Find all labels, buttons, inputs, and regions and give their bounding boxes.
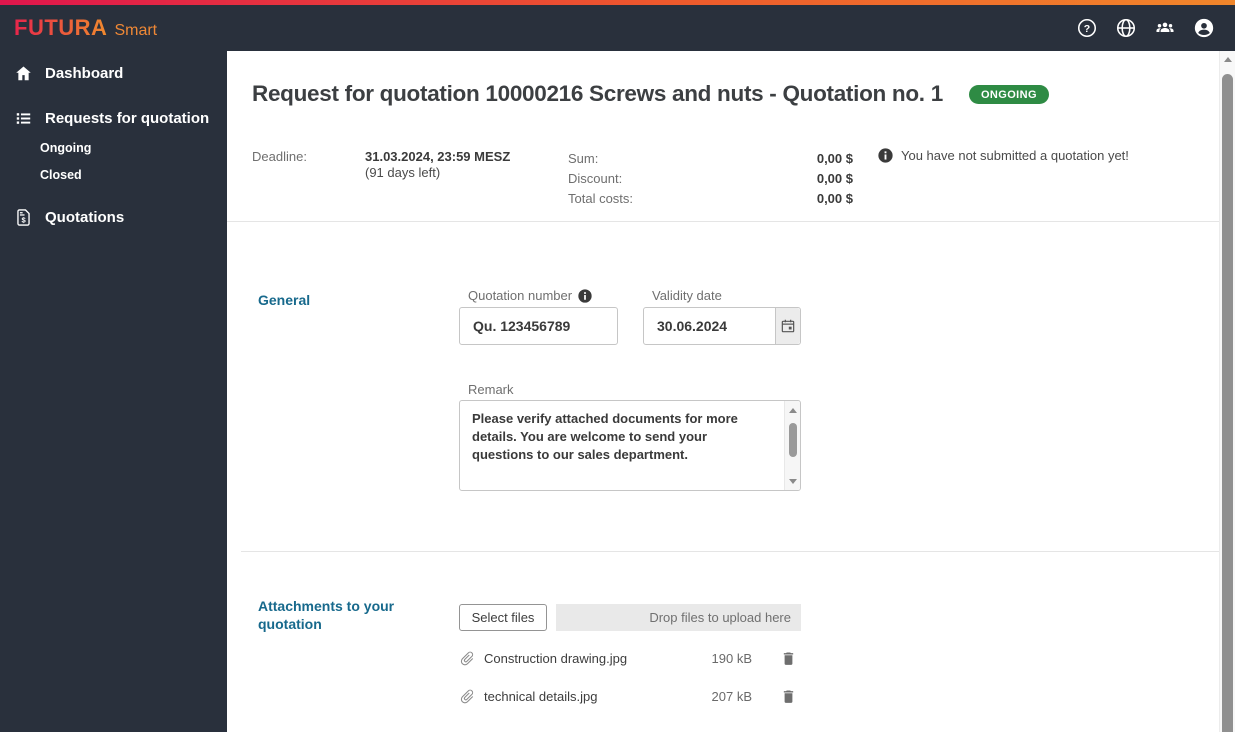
deadline-block: Deadline: 31.03.2024, 23:59 MESZ (91 day… bbox=[252, 149, 510, 180]
delete-attachment-icon[interactable] bbox=[780, 650, 797, 667]
deadline-remaining: (91 days left) bbox=[365, 165, 441, 180]
info-icon[interactable] bbox=[578, 288, 592, 303]
svg-text:?: ? bbox=[1084, 23, 1090, 35]
sidebar-item-dashboard[interactable]: Dashboard bbox=[0, 57, 227, 89]
summary-section: Deadline: 31.03.2024, 23:59 MESZ (91 day… bbox=[227, 146, 1219, 221]
section-divider bbox=[241, 551, 1219, 552]
validity-date-input[interactable] bbox=[644, 308, 775, 344]
attachment-row: Construction drawing.jpg 190 kB bbox=[459, 647, 797, 669]
top-header: FUTURA Smart ? bbox=[0, 5, 1235, 51]
paperclip-icon bbox=[459, 650, 476, 667]
deadline-label: Deadline: bbox=[252, 149, 307, 164]
attachment-name[interactable]: technical details.jpg bbox=[484, 689, 712, 704]
select-files-button[interactable]: Select files bbox=[459, 604, 547, 631]
delete-attachment-icon[interactable] bbox=[780, 688, 797, 705]
svg-text:$: $ bbox=[21, 215, 26, 224]
list-icon bbox=[16, 112, 31, 124]
section-divider bbox=[227, 221, 1219, 222]
sidebar-item-label: Requests for quotation bbox=[45, 109, 210, 127]
scroll-up-icon[interactable] bbox=[1220, 57, 1235, 62]
totals-block: Sum: 0,00 $ Discount: 0,00 $ Total costs… bbox=[568, 149, 853, 209]
paperclip-icon bbox=[459, 688, 476, 705]
help-icon[interactable]: ? bbox=[1076, 17, 1098, 39]
remark-text: Please verify attached documents for mor… bbox=[472, 411, 738, 462]
logo-suffix: Smart bbox=[114, 22, 158, 39]
sidebar-item-quotations[interactable]: $ Quotations bbox=[0, 201, 227, 233]
totals-row-sum: Sum: 0,00 $ bbox=[568, 151, 853, 166]
sidebar-item-requests[interactable]: Requests for quotation bbox=[0, 102, 227, 134]
header-icon-bar: ? bbox=[1076, 17, 1221, 39]
scroll-up-icon[interactable] bbox=[785, 403, 800, 417]
attachment-size: 190 kB bbox=[711, 650, 752, 666]
sidebar-subitem-ongoing[interactable]: Ongoing bbox=[0, 134, 227, 161]
attachment-name[interactable]: Construction drawing.jpg bbox=[484, 651, 712, 666]
attachment-size: 207 kB bbox=[711, 688, 752, 704]
info-message: You have not submitted a quotation yet! bbox=[901, 148, 1129, 163]
attachment-row: technical details.jpg 207 kB bbox=[459, 685, 797, 707]
sidebar-item-label: Dashboard bbox=[45, 64, 124, 82]
totals-row-total: Total costs: 0,00 $ bbox=[568, 191, 853, 206]
calendar-picker-button[interactable] bbox=[775, 308, 800, 344]
quotation-number-input[interactable] bbox=[459, 307, 618, 345]
quotation-number-label: Quotation number bbox=[468, 288, 592, 303]
scroll-down-icon[interactable] bbox=[785, 474, 800, 488]
main-content: Request for quotation 10000216 Screws an… bbox=[227, 51, 1219, 732]
status-badge: ONGOING bbox=[968, 84, 1049, 104]
general-section-title: General bbox=[258, 292, 311, 308]
totals-row-discount: Discount: 0,00 $ bbox=[568, 171, 853, 186]
calendar-icon bbox=[781, 319, 795, 333]
sidebar-nav: Dashboard Requests for quotation Ongoing… bbox=[0, 51, 227, 732]
sidebar-item-label: Quotations bbox=[45, 208, 125, 226]
page-title: Request for quotation 10000216 Screws an… bbox=[252, 81, 943, 106]
app-logo: FUTURA Smart bbox=[14, 15, 157, 41]
deadline-value: 31.03.2024, 23:59 MESZ bbox=[365, 149, 511, 164]
quote-document-icon: $ bbox=[17, 208, 30, 226]
info-icon bbox=[878, 148, 893, 163]
scroll-thumb[interactable] bbox=[789, 423, 797, 457]
logo-text: FUTURA bbox=[14, 15, 108, 40]
remark-scrollbar[interactable] bbox=[784, 401, 800, 490]
users-group-icon[interactable] bbox=[1154, 17, 1176, 39]
home-icon bbox=[16, 66, 31, 80]
attachments-section-title: Attachments to your quotation bbox=[258, 598, 395, 632]
remark-textarea[interactable]: Please verify attached documents for mor… bbox=[459, 400, 801, 491]
file-dropzone[interactable]: Drop files to upload here bbox=[556, 604, 801, 631]
page-scrollbar[interactable] bbox=[1219, 51, 1235, 732]
account-icon[interactable] bbox=[1193, 17, 1215, 39]
submission-info: You have not submitted a quotation yet! bbox=[878, 148, 1129, 163]
validity-date-field bbox=[643, 307, 801, 345]
language-globe-icon[interactable] bbox=[1115, 17, 1137, 39]
sidebar-subitem-closed[interactable]: Closed bbox=[0, 161, 227, 188]
remark-label: Remark bbox=[468, 382, 514, 397]
validity-date-label: Validity date bbox=[652, 288, 722, 303]
app-window: FUTURA Smart ? Dashboard Requests for qu… bbox=[0, 0, 1235, 732]
title-row: Request for quotation 10000216 Screws an… bbox=[252, 81, 1204, 107]
scroll-thumb[interactable] bbox=[1222, 74, 1233, 732]
